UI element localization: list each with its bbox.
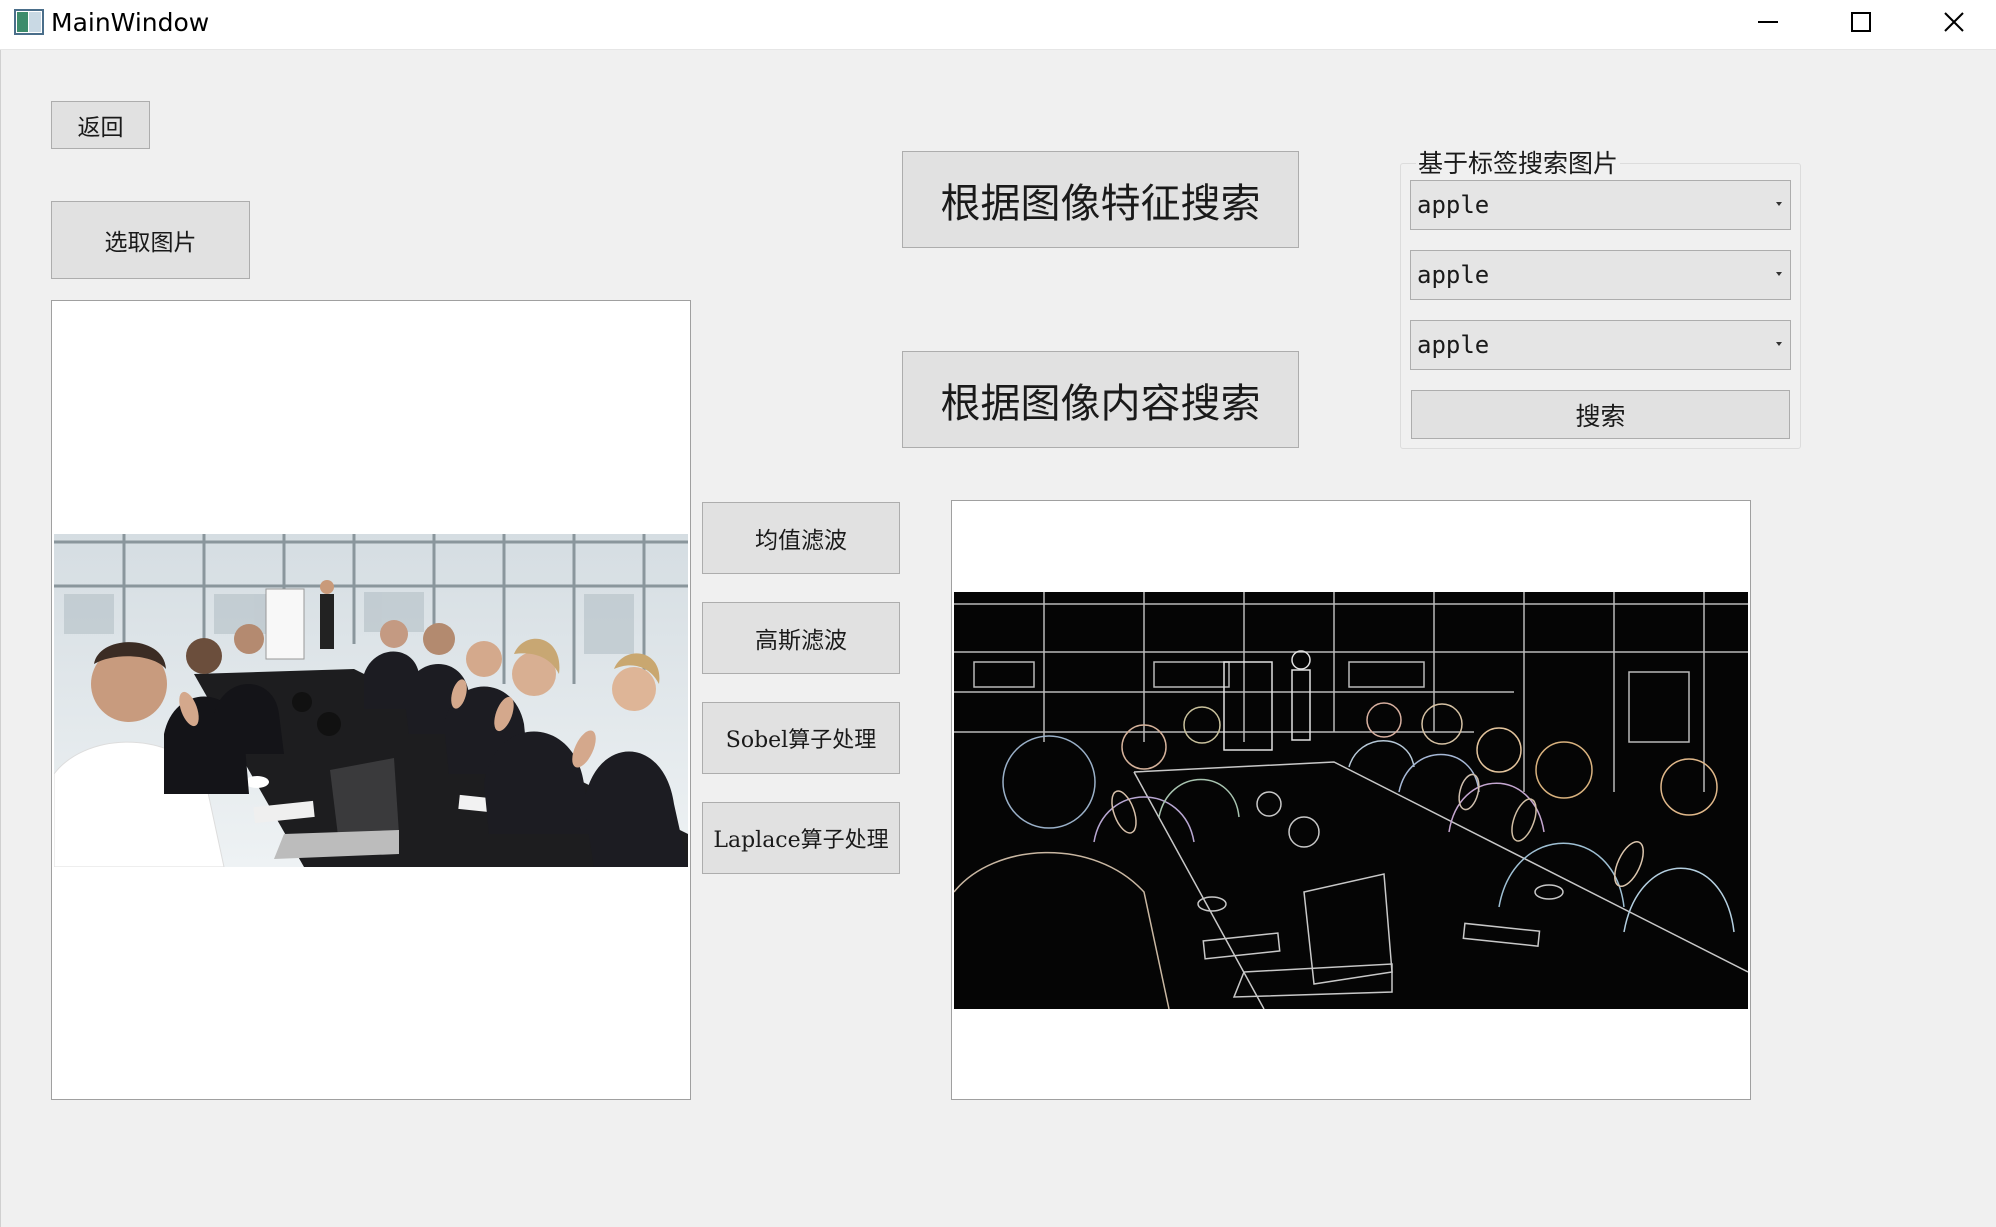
tag-combo-1[interactable]: apple	[1410, 180, 1791, 230]
mean-filter-button[interactable]: 均值滤波	[702, 502, 900, 574]
maximize-icon	[1851, 12, 1871, 32]
gaussian-filter-button[interactable]: 高斯滤波	[702, 602, 900, 674]
search-by-content-button[interactable]: 根据图像内容搜索	[902, 351, 1299, 448]
original-image-panel	[51, 300, 691, 1100]
minimize-button[interactable]	[1722, 0, 1814, 44]
chevron-down-icon	[1776, 272, 1782, 276]
minimize-icon	[1758, 21, 1778, 23]
tag-combo-3-value: apple	[1417, 331, 1490, 359]
close-button[interactable]	[1908, 0, 1996, 44]
select-image-button[interactable]: 选取图片	[51, 201, 250, 279]
maximize-button[interactable]	[1815, 0, 1907, 44]
tag-combo-2[interactable]: apple	[1410, 250, 1791, 300]
tag-combo-1-value: apple	[1417, 191, 1490, 219]
tag-combo-2-value: apple	[1417, 261, 1490, 289]
title-bar[interactable]: MainWindow	[0, 0, 1996, 50]
app-icon	[14, 9, 44, 35]
close-icon	[1944, 12, 1964, 32]
laplace-button[interactable]: Laplace算子处理	[702, 802, 900, 874]
tag-search-button[interactable]: 搜索	[1411, 390, 1790, 439]
chevron-down-icon	[1776, 342, 1782, 346]
window-title: MainWindow	[51, 8, 210, 37]
original-image	[54, 534, 688, 867]
back-button[interactable]: 返回	[51, 101, 150, 149]
search-by-feature-button[interactable]: 根据图像特征搜索	[902, 151, 1299, 248]
sobel-button[interactable]: Sobel算子处理	[702, 702, 900, 774]
processed-image-panel	[951, 500, 1751, 1100]
tag-search-title: 基于标签搜索图片	[1416, 149, 1621, 179]
chevron-down-icon	[1776, 202, 1782, 206]
tag-combo-3[interactable]: apple	[1410, 320, 1791, 370]
processed-image	[954, 592, 1748, 1009]
